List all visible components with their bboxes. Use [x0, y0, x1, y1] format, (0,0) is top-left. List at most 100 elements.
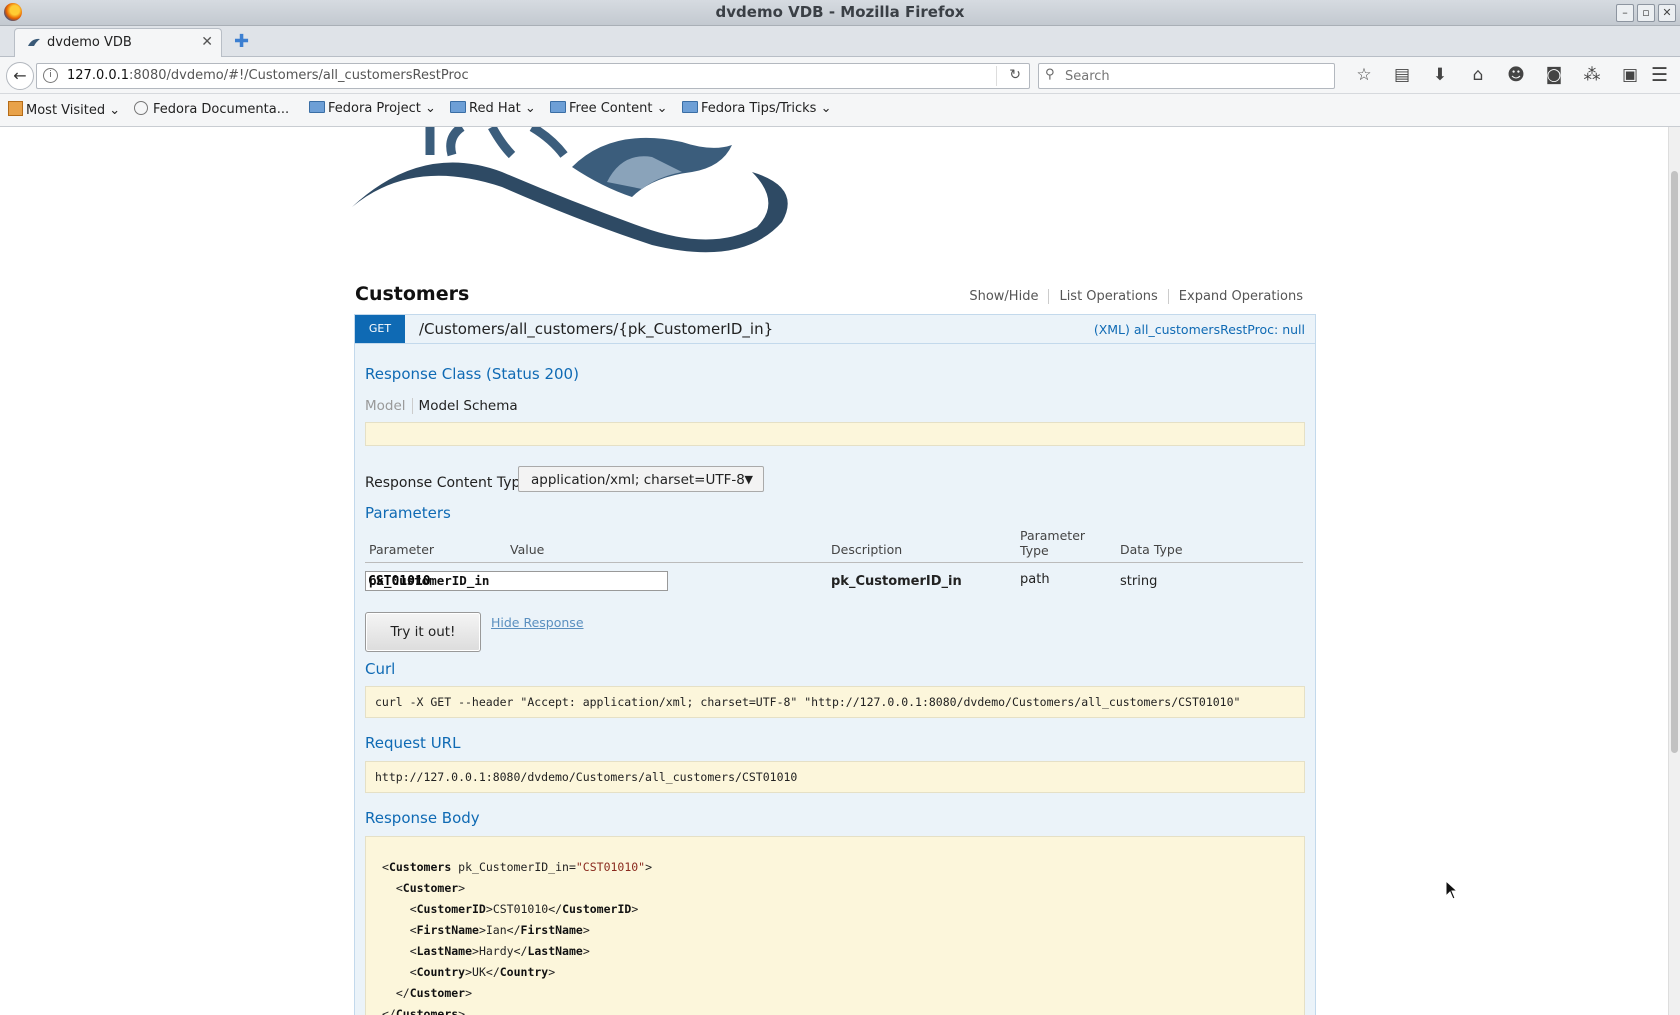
- chevron-down-icon: ▼: [744, 473, 753, 486]
- window-titlebar: dvdemo VDB - Mozilla Firefox – ▫ ✕: [0, 0, 1680, 26]
- hamburger-menu-icon[interactable]: ☰: [1651, 64, 1668, 86]
- bookmark-label: Fedora Tips/Tricks: [701, 101, 817, 116]
- teiid-favicon-icon: [28, 38, 40, 46]
- response-body-title: Response Body: [365, 809, 480, 827]
- bookmark-fedora-project[interactable]: Fedora Project ⌄: [309, 101, 436, 116]
- curl-title: Curl: [365, 660, 396, 678]
- hello-chat-icon[interactable]: ☻: [1497, 65, 1535, 85]
- curl-command: curl -X GET --header "Accept: applicatio…: [375, 695, 1241, 709]
- teiid-logo: [352, 127, 788, 253]
- response-xml: <Customers pk_CustomerID_in="CST01010"> …: [382, 860, 653, 1015]
- content-type-label: Response Content Type: [365, 475, 529, 491]
- operation-header[interactable]: GET /Customers/all_customers/{pk_Custome…: [355, 315, 1315, 344]
- reading-list-icon[interactable]: ▤: [1383, 65, 1421, 85]
- bookmark-star-icon[interactable]: ☆: [1345, 65, 1383, 85]
- bookmark-label: Fedora Documenta...: [153, 102, 290, 117]
- download-icon[interactable]: ⬇: [1421, 65, 1459, 85]
- navigation-toolbar: ← i 127.0.0.1:8080/dvdemo/#!/Customers/a…: [0, 57, 1680, 94]
- col-value: Value: [510, 542, 545, 557]
- globe-icon: [134, 101, 148, 115]
- show-hide-link[interactable]: Show/Hide: [959, 289, 1050, 304]
- chevron-down-icon: ⌄: [524, 101, 536, 116]
- mouse-cursor-icon: [1445, 880, 1459, 900]
- folder-icon: [550, 101, 566, 113]
- scrollbar-thumb[interactable]: [1671, 171, 1678, 753]
- bookmark-fedora-tips[interactable]: Fedora Tips/Tricks ⌄: [682, 101, 831, 116]
- tab-dvdemo[interactable]: dvdemo VDB ✕: [14, 28, 222, 57]
- list-operations-link[interactable]: List Operations: [1049, 289, 1169, 304]
- search-input[interactable]: [1063, 66, 1327, 86]
- new-tab-button[interactable]: ✚: [234, 31, 249, 52]
- chevron-down-icon: ⌄: [820, 101, 832, 116]
- bookmarks-toolbar: Most Visited ⌄ Fedora Documenta... Fedor…: [0, 94, 1680, 127]
- close-window-button[interactable]: ✕: [1658, 4, 1676, 22]
- window-title: dvdemo VDB - Mozilla Firefox: [715, 3, 965, 21]
- operation-summary[interactable]: (XML) all_customersRestProc: null: [1094, 322, 1305, 337]
- extension-icon[interactable]: ⁂: [1573, 65, 1611, 85]
- url-text[interactable]: 127.0.0.1:8080/dvdemo/#!/Customers/all_c…: [67, 68, 469, 83]
- bookmark-label: Most Visited: [26, 103, 106, 118]
- chevron-down-icon: ⌄: [656, 101, 668, 116]
- home-icon[interactable]: ⌂: [1459, 65, 1497, 85]
- tab-strip: dvdemo VDB ✕: [0, 26, 1680, 57]
- tab-close-icon[interactable]: ✕: [201, 34, 213, 50]
- minimize-button[interactable]: –: [1616, 4, 1634, 22]
- content-type-select[interactable]: application/xml; charset=UTF-8 ▼: [518, 466, 764, 492]
- folder-icon: [450, 101, 466, 113]
- col-data-type: Data Type: [1120, 542, 1183, 557]
- chevron-down-icon: ⌄: [425, 101, 436, 116]
- request-url: http://127.0.0.1:8080/dvdemo/Customers/a…: [375, 770, 798, 784]
- bookmark-free-content[interactable]: Free Content ⌄: [550, 101, 667, 116]
- chevron-down-icon: ⌄: [109, 103, 121, 118]
- request-url-box: http://127.0.0.1:8080/dvdemo/Customers/a…: [365, 761, 1305, 793]
- bookmark-most-visited[interactable]: Most Visited ⌄: [8, 101, 120, 118]
- col-parameter: Parameter: [369, 542, 435, 557]
- pocket-icon[interactable]: ◙: [1535, 65, 1573, 85]
- bookmark-red-hat[interactable]: Red Hat ⌄: [450, 101, 536, 116]
- folder-icon: [309, 101, 325, 113]
- expand-operations-link[interactable]: Expand Operations: [1169, 289, 1303, 304]
- maximize-button[interactable]: ▫: [1637, 4, 1655, 22]
- tab-model-schema[interactable]: Model Schema: [413, 398, 518, 414]
- tab-title: dvdemo VDB: [47, 35, 132, 50]
- param-data-type: string: [1120, 574, 1158, 589]
- bookmark-label: Free Content: [569, 101, 653, 116]
- http-method-badge[interactable]: GET: [355, 315, 405, 343]
- bookmark-label: Fedora Project: [328, 101, 421, 116]
- col-description: Description: [831, 542, 903, 557]
- search-icon: ⚲: [1045, 67, 1055, 82]
- section-title: Customers: [355, 283, 470, 305]
- folder-icon: [682, 101, 698, 113]
- param-name: pk_CustomerID_in: [369, 573, 490, 588]
- bookmark-label: Red Hat: [469, 101, 521, 116]
- url-host: 127.0.0.1: [67, 68, 130, 83]
- bookmark-fedora-docs[interactable]: Fedora Documenta...: [134, 101, 289, 117]
- model-schema-box: [365, 422, 1305, 446]
- param-type: path: [1020, 572, 1050, 587]
- page-content: Customers Show/Hide List Operations Expa…: [0, 127, 1668, 1015]
- response-class-title: Response Class (Status 200): [365, 365, 579, 383]
- table-row: pk_CustomerID_in pk_CustomerID_in path s…: [365, 571, 1303, 595]
- hide-response-link[interactable]: Hide Response: [491, 615, 584, 630]
- most-visited-icon: [8, 101, 23, 116]
- request-url-title: Request URL: [365, 734, 461, 752]
- info-icon[interactable]: i: [43, 68, 58, 83]
- param-description: pk_CustomerID_in: [831, 574, 962, 589]
- operation-path[interactable]: /Customers/all_customers/{pk_CustomerID_…: [419, 320, 773, 338]
- tab-model[interactable]: Model: [365, 398, 413, 414]
- url-path: :8080/dvdemo/#!/Customers/all_customersR…: [129, 68, 469, 83]
- content-type-value: application/xml; charset=UTF-8: [531, 472, 745, 488]
- url-divider: [996, 66, 997, 86]
- reload-icon[interactable]: ↻: [1009, 67, 1021, 83]
- parameters-title: Parameters: [365, 504, 451, 522]
- col-parameter-type: Parameter Type: [1020, 528, 1086, 558]
- try-it-out-button[interactable]: Try it out!: [365, 612, 481, 652]
- search-bar[interactable]: ⚲: [1038, 63, 1335, 89]
- operation-panel: GET /Customers/all_customers/{pk_Custome…: [354, 314, 1316, 1015]
- sidebar-icon[interactable]: ▣: [1611, 65, 1649, 85]
- curl-box: curl -X GET --header "Accept: applicatio…: [365, 686, 1305, 718]
- page-scrollbar[interactable]: [1668, 127, 1680, 1015]
- url-bar[interactable]: i 127.0.0.1:8080/dvdemo/#!/Customers/all…: [36, 63, 1030, 89]
- parameters-table-header: Parameter Value Description Parameter Ty…: [365, 528, 1303, 563]
- back-button[interactable]: ←: [6, 62, 34, 90]
